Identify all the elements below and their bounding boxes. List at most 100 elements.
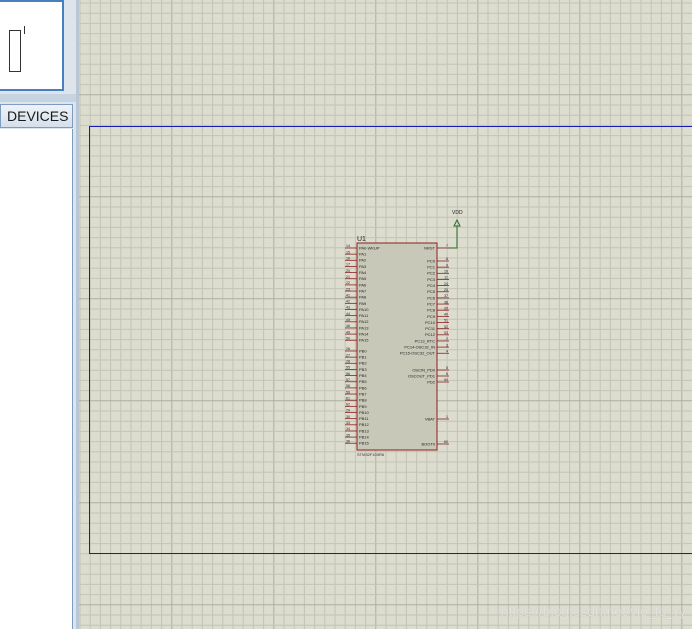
pin-number: 44 [346, 312, 350, 316]
pin-label: PC1 [427, 265, 436, 270]
pin-number: 9 [446, 263, 448, 267]
pin-label: PA2 [359, 258, 367, 263]
pin-number: 62 [346, 403, 350, 407]
pin-label: PA10 [359, 307, 369, 312]
pin-number: 37 [444, 294, 448, 298]
pin-number: 46 [346, 324, 350, 328]
pin-number: 23 [346, 287, 350, 291]
left-panel: DEVICES [0, 0, 76, 629]
pin-label: PA11 [359, 313, 369, 318]
pin-number: 25 [444, 288, 448, 292]
pin-label: PB6 [359, 385, 367, 390]
power-label: VDD [452, 210, 463, 216]
pin-number: 20 [346, 269, 350, 273]
pin-label: PA7 [359, 288, 367, 293]
pin-number: 43 [346, 306, 350, 310]
pin-label: PA3 [359, 264, 367, 269]
pin-label: PC6 [427, 295, 436, 300]
preview-part-outline [9, 30, 21, 72]
pin-number: 1 [446, 415, 448, 419]
pin-label: PC9 [427, 314, 436, 319]
pin-number: 28 [346, 360, 350, 364]
pin-label: PB14 [359, 435, 370, 440]
chip-reference: U1 [357, 236, 366, 243]
pin-label: PC2 [427, 271, 436, 276]
pin-label: PA12 [359, 319, 369, 324]
devices-tab[interactable]: DEVICES [0, 104, 73, 128]
pin-label: PD2 [427, 379, 436, 384]
pin-label: PB13 [359, 428, 370, 433]
pin-label: PC7 [427, 301, 436, 306]
pin-label: PB3 [359, 367, 367, 372]
pin-label: PA6 [359, 282, 367, 287]
pin-label: PA1 [359, 252, 367, 257]
pin-number: 16 [346, 257, 350, 261]
pin-label: PB4 [359, 373, 367, 378]
pin-number: 21 [346, 275, 350, 279]
pin-number: 50 [346, 336, 350, 340]
pin-label: PA13 [359, 325, 369, 330]
pin-number: 41 [346, 293, 350, 297]
pin-number: 38 [444, 300, 448, 304]
pin-number: 17 [346, 263, 350, 267]
pin-number: 40 [444, 313, 448, 317]
pin-label: PC0 [427, 258, 436, 263]
pin-number: 58 [346, 384, 350, 388]
pin-label: PC3 [427, 277, 436, 282]
pin-label: PC11 [425, 326, 435, 331]
power-wire [449, 226, 458, 249]
pin-number: 56 [346, 372, 350, 376]
pin-number: 22 [346, 281, 350, 285]
pin-label: BOOT0 [421, 441, 435, 446]
pin-label: PB1 [359, 355, 367, 360]
pin-number: 2 [446, 337, 448, 341]
pin-number: 55 [346, 366, 350, 370]
pin-label: VBAT [425, 416, 436, 421]
pin-number: 35 [346, 433, 350, 437]
pin-label: PB7 [359, 391, 367, 396]
pin-label: PA5 [359, 276, 367, 281]
chip-part-name: STM32F103R6 [357, 452, 385, 457]
pin-number: 54 [444, 378, 448, 382]
pin-label: PB5 [359, 379, 367, 384]
pin-label: PC4 [427, 283, 436, 288]
pin-label: PA14 [359, 332, 369, 337]
pin-number: 26 [346, 347, 350, 351]
devices-list[interactable] [0, 129, 73, 629]
pin-label: PB8 [359, 398, 367, 403]
component-preview [0, 0, 64, 91]
pin-label: PC14-OSC32_IN [404, 345, 435, 350]
pin-number: 36 [346, 439, 350, 443]
pin-label: PA15 [359, 338, 369, 343]
pin-number: 39 [444, 306, 448, 310]
pin-label: PB0 [359, 348, 367, 353]
preview-pin-line [24, 26, 25, 34]
pin-number: 6 [446, 372, 448, 376]
pin-label: PC13_RTC [415, 338, 435, 343]
pin-number: 57 [346, 378, 350, 382]
pin-label: PC12 [425, 332, 436, 337]
pin-number: 51 [444, 319, 448, 323]
pin-number: 59 [346, 390, 350, 394]
pin-number: 42 [346, 300, 350, 304]
pin-label: PC8 [427, 308, 436, 313]
pin-number: 7 [446, 244, 448, 248]
pin-label: PB2 [359, 361, 367, 366]
pin-label: OSCIN_PD0 [412, 367, 435, 372]
schematic-svg: U1STM32F103R614 PA0-WKUP15 PA116 PA217 PA320… [79, 0, 692, 629]
pin-number: 10 [444, 270, 448, 274]
pin-number: 5 [446, 366, 448, 370]
pin-label: PB15 [359, 441, 370, 446]
pin-number: 60 [444, 440, 448, 444]
pin-label: PB11 [359, 416, 369, 421]
pin-label: PA8 [359, 295, 367, 300]
panel-separator [0, 94, 76, 102]
pin-number: 45 [346, 318, 350, 322]
pin-label: PC10 [425, 320, 436, 325]
pin-number: 14 [346, 244, 350, 248]
pin-number: 49 [346, 330, 350, 334]
schematic-canvas[interactable]: U1 STM32F103R6 14 PA0-WKUP 15 PA1 16 PA2 17 PA3 20… [79, 0, 692, 629]
pin-number: 8 [446, 257, 448, 261]
pin-number: 24 [444, 282, 448, 286]
pin-number: 30 [346, 415, 350, 419]
